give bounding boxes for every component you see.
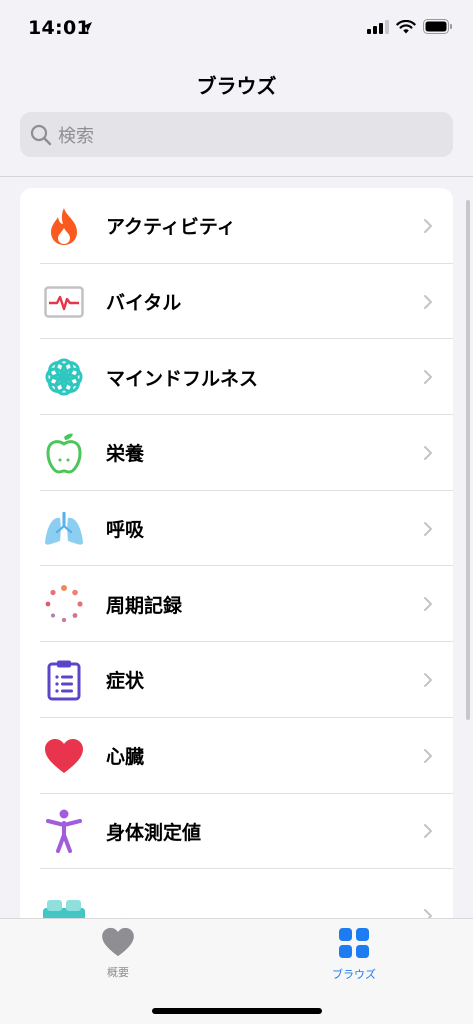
chevron-right-icon [424, 824, 432, 839]
body-figure-icon [42, 809, 86, 854]
chevron-right-icon [424, 748, 432, 763]
scroll-indicator[interactable] [466, 200, 470, 720]
category-item-activity[interactable]: アクティビティ [20, 188, 453, 264]
category-label: 呼吸 [106, 519, 145, 542]
category-item-symptoms[interactable]: 症状 [20, 642, 453, 718]
chevron-right-icon [424, 445, 432, 460]
search-input[interactable]: 検索 [20, 112, 453, 157]
category-label: 栄養 [106, 443, 145, 466]
category-label: 心臓 [106, 746, 145, 769]
nav-divider [0, 176, 473, 177]
battery-icon [423, 19, 452, 34]
status-indicators [367, 19, 453, 34]
category-item-heart[interactable]: 心臓 [20, 718, 453, 794]
tab-browse[interactable]: ブラウズ [294, 927, 414, 982]
chevron-right-icon [424, 218, 432, 233]
category-label: 症状 [106, 670, 145, 693]
vitals-monitor-icon [42, 280, 86, 324]
category-item-cycle-tracking[interactable]: 周期記録 [20, 566, 453, 643]
category-label: 身体測定値 [106, 821, 202, 844]
grid-icon [339, 928, 369, 958]
mindfulness-flower-icon [42, 355, 86, 399]
search-icon [30, 124, 52, 145]
page-title: ブラウズ [196, 74, 277, 98]
cellular-signal-icon [367, 19, 389, 34]
category-label: バイタル [106, 292, 182, 315]
health-browse-screen: 14:01 ブラウズ 検索 アクティビティ バイタル マインドフルネス 栄養 呼… [0, 0, 473, 1024]
lungs-icon [42, 507, 86, 551]
chevron-right-icon [424, 672, 432, 687]
category-item-nutrition[interactable]: 栄養 [20, 415, 453, 491]
heart-icon [102, 927, 134, 957]
chevron-right-icon [424, 370, 432, 385]
category-item-vitals[interactable]: バイタル [20, 264, 453, 340]
category-item-respiratory[interactable]: 呼吸 [20, 491, 453, 567]
flame-icon [42, 204, 86, 248]
location-arrow-icon [82, 22, 92, 32]
category-label: アクティビティ [106, 216, 236, 239]
search-placeholder: 検索 [58, 125, 94, 147]
wifi-icon [396, 19, 416, 33]
tab-summary-label: 概要 [107, 966, 129, 979]
heart-icon [42, 734, 86, 778]
cycle-dots-icon [42, 582, 86, 626]
tab-summary[interactable]: 概要 [58, 927, 178, 980]
chevron-right-icon [424, 597, 432, 612]
tab-browse-label: ブラウズ [332, 968, 376, 981]
category-label: マインドフルネス [106, 367, 259, 390]
home-indicator[interactable] [152, 1008, 322, 1014]
chevron-right-icon [424, 521, 432, 536]
apple-icon [42, 431, 86, 475]
chevron-right-icon [424, 294, 432, 309]
status-bar: 14:01 [0, 0, 473, 58]
category-item-body-measurements[interactable]: 身体測定値 [20, 794, 453, 870]
clipboard-icon [42, 658, 86, 702]
category-label: 周期記録 [106, 594, 183, 617]
category-list: アクティビティ バイタル マインドフルネス 栄養 呼吸 周期記録 症状 心臓 身… [20, 188, 453, 948]
category-item-mindfulness[interactable]: マインドフルネス [20, 339, 453, 416]
